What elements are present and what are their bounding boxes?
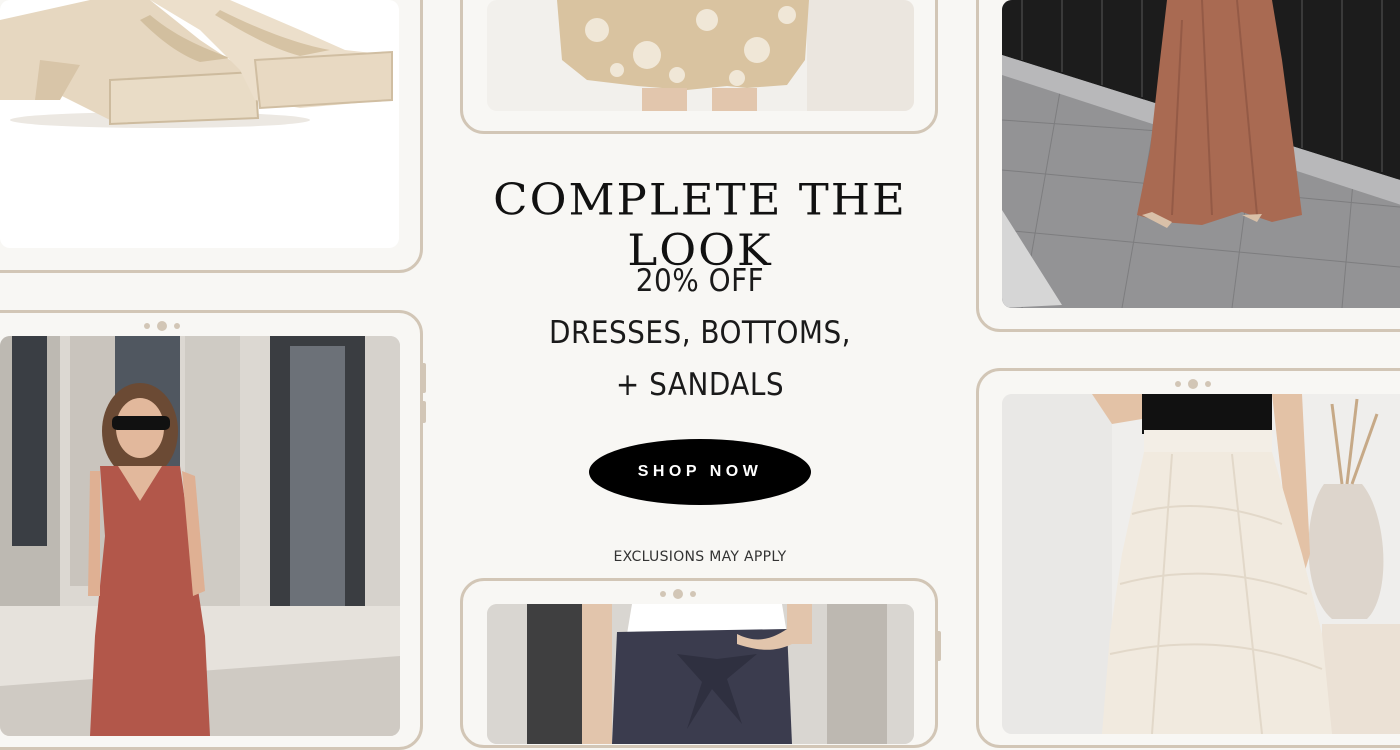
shop-now-button[interactable]: SHOP NOW xyxy=(589,439,811,505)
product-image-rust-dress[interactable] xyxy=(0,336,400,736)
side-button xyxy=(421,363,426,393)
promo-offer: 20% OFF DRESSES, BOTTOMS, + SANDALS xyxy=(480,255,920,411)
floral-dress-illustration xyxy=(557,0,914,111)
tablet-frame-tulle-skirt xyxy=(976,368,1400,748)
product-image-rust-maxi[interactable] xyxy=(1002,0,1400,308)
sandals-illustration xyxy=(0,0,393,128)
offer-line-categories: DRESSES, BOTTOMS, xyxy=(548,315,852,351)
tulle-skirt-illustration xyxy=(1002,394,1400,734)
camera-dots xyxy=(660,589,696,599)
tablet-frame-rust-dress xyxy=(0,310,426,750)
tablet-frame-rust-maxi xyxy=(976,0,1400,332)
product-image-floral-dress[interactable] xyxy=(487,0,914,111)
exclusions-disclaimer: EXCLUSIONS MAY APPLY xyxy=(613,549,787,565)
tablet-frame-floral-dress xyxy=(460,0,938,134)
product-image-sandals[interactable] xyxy=(0,0,399,248)
tablet-frame-sandals xyxy=(0,0,423,273)
product-image-navy-pants[interactable] xyxy=(487,604,914,744)
tablet-frame-navy-pants xyxy=(460,578,941,748)
product-image-tulle-skirt[interactable] xyxy=(1002,394,1400,734)
offer-line-discount: 20% OFF xyxy=(635,263,765,299)
rust-maxi-illustration xyxy=(1002,0,1400,308)
camera-dots xyxy=(1175,379,1211,389)
camera-dots xyxy=(144,321,180,331)
side-button xyxy=(421,401,426,423)
rust-dress-illustration xyxy=(0,336,400,736)
offer-line-sandals: + SANDALS xyxy=(615,367,785,403)
side-button xyxy=(936,631,941,661)
navy-pants-illustration xyxy=(487,604,914,744)
